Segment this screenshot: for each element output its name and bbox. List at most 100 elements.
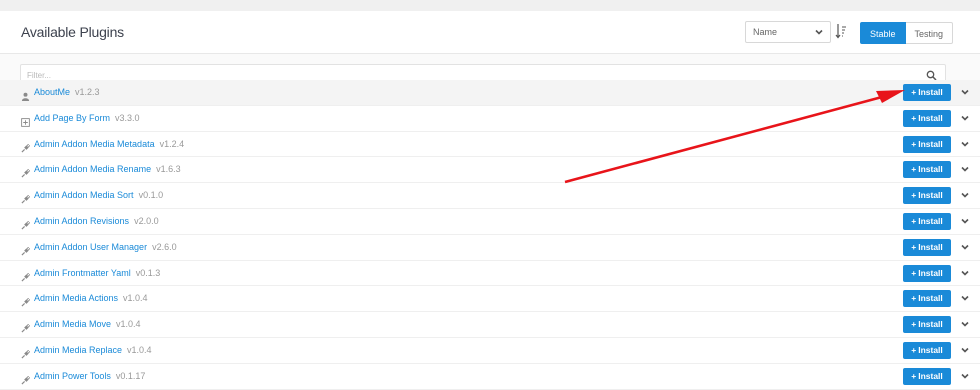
plugin-name-link[interactable]: Admin Addon Media Metadata v1.2.4 <box>34 139 184 149</box>
plugin-row[interactable]: Add Page By Form v3.3.0 + Install <box>0 105 980 132</box>
plugin-version: v1.0.4 <box>127 344 152 355</box>
plugin-name: Admin Power Tools <box>34 370 111 381</box>
tab-testing[interactable]: Testing <box>905 22 954 44</box>
install-label: Install <box>918 87 943 97</box>
sort-select[interactable]: Name <box>745 21 831 43</box>
install-button[interactable]: + Install <box>903 161 951 179</box>
plug-icon <box>21 346 31 359</box>
plugin-name: AboutMe <box>34 87 71 97</box>
plus-icon: + <box>911 190 917 201</box>
install-button[interactable]: + Install <box>903 84 951 101</box>
chevron-down-icon[interactable] <box>960 113 970 123</box>
install-button[interactable]: + Install <box>903 367 951 385</box>
install-label: Install <box>918 344 943 355</box>
plug-icon <box>21 217 31 230</box>
plug-icon <box>21 372 31 385</box>
chevron-down-icon[interactable] <box>960 371 970 381</box>
plugin-name: Admin Addon Media Metadata <box>34 138 155 149</box>
install-button[interactable]: + Install <box>903 238 951 256</box>
chevron-down-icon[interactable] <box>960 190 970 200</box>
plugin-name-link[interactable]: Admin Addon Revisions v2.0.0 <box>34 216 159 226</box>
plugin-row[interactable]: Admin Addon User Manager v2.6.0 + Install <box>0 234 980 261</box>
plus-square-icon <box>21 114 30 127</box>
plus-icon: + <box>911 241 917 252</box>
install-button[interactable]: + Install <box>903 187 951 205</box>
plugin-name: Admin Addon Revisions <box>34 215 130 226</box>
sort-select-value: Name <box>753 27 778 37</box>
plugin-row[interactable]: Admin Media Replace v1.0.4 + Install <box>0 337 980 364</box>
plugin-row[interactable]: Admin Addon Media Rename v1.6.3 + Install <box>0 157 980 184</box>
plus-icon: + <box>911 370 917 381</box>
plugin-name-link[interactable]: Admin Media Move v1.0.4 <box>34 319 141 329</box>
channel-toggle: Stable Testing <box>860 22 954 44</box>
plugin-name-link[interactable]: Admin Addon User Manager v2.6.0 <box>34 242 177 252</box>
plugin-name-link[interactable]: Admin Media Actions v1.0.4 <box>34 293 148 303</box>
plugin-row[interactable]: Admin Media Move v1.0.4 + Install <box>0 312 980 338</box>
install-label: Install <box>918 112 943 123</box>
plugin-row[interactable]: Admin Addon Media Metadata v1.2.4 + Install <box>0 131 980 158</box>
plugin-version: v0.1.0 <box>138 190 164 201</box>
chevron-down-icon[interactable] <box>960 268 970 278</box>
plus-icon: + <box>911 319 917 330</box>
install-label: Install <box>918 293 943 304</box>
chevron-down-icon[interactable] <box>960 242 970 252</box>
plugin-name-link[interactable]: Admin Addon Media Rename v1.6.3 <box>34 164 181 174</box>
chevron-down-icon[interactable] <box>960 319 970 329</box>
chevron-down-icon[interactable] <box>960 164 970 174</box>
panel-header: Available Plugins Name Stable Testing <box>0 11 980 54</box>
tab-stable[interactable]: Stable <box>860 22 906 44</box>
plugin-name-link[interactable]: Add Page By Form v3.3.0 <box>34 113 140 123</box>
sort-direction-icon[interactable] <box>835 23 847 39</box>
install-button[interactable]: + Install <box>903 290 951 308</box>
plugin-name-link[interactable]: Admin Frontmatter Yaml v0.1.3 <box>34 268 160 278</box>
plugin-name-link[interactable]: Admin Media Replace v1.0.4 <box>34 345 152 355</box>
plus-icon: + <box>911 344 917 355</box>
plugin-version: v0.1.3 <box>135 267 161 278</box>
install-button[interactable]: + Install <box>903 341 951 359</box>
install-button[interactable]: + Install <box>903 212 951 230</box>
plugin-name: Admin Media Replace <box>34 344 123 355</box>
plugin-name-link[interactable]: Admin Power Tools v0.1.17 <box>34 371 145 381</box>
install-button[interactable]: + Install <box>903 264 951 282</box>
install-label: Install <box>918 164 943 175</box>
plugin-row[interactable]: AboutMe v1.2.3 + Install <box>0 80 980 106</box>
plus-icon: + <box>911 267 917 278</box>
install-label: Install <box>918 190 943 201</box>
install-label: Install <box>918 370 943 381</box>
install-button[interactable]: + Install <box>903 316 951 334</box>
chevron-down-icon[interactable] <box>960 139 970 149</box>
plus-icon: + <box>911 215 917 226</box>
page-title: Available Plugins <box>21 24 124 40</box>
install-button[interactable]: + Install <box>903 109 951 127</box>
plugin-version: v3.3.0 <box>115 112 140 123</box>
plugin-name: Admin Addon User Manager <box>34 241 148 252</box>
chevron-down-icon[interactable] <box>960 216 970 226</box>
plugin-name-link[interactable]: Admin Addon Media Sort v0.1.0 <box>34 190 163 200</box>
plugin-name: Add Page By Form <box>34 112 111 123</box>
chevron-down-icon[interactable] <box>960 87 970 97</box>
plugin-row[interactable]: Admin Addon Revisions v2.0.0 + Install <box>0 208 980 235</box>
install-button[interactable]: + Install <box>903 135 951 153</box>
plus-icon: + <box>911 112 917 123</box>
plugin-row[interactable]: Admin Frontmatter Yaml v0.1.3 + Install <box>0 260 980 287</box>
plugin-name: Admin Frontmatter Yaml <box>34 267 131 278</box>
plugin-name: Admin Media Actions <box>34 293 119 304</box>
plus-icon: + <box>911 164 917 175</box>
plug-icon <box>21 294 31 307</box>
chevron-down-icon[interactable] <box>960 293 970 303</box>
plug-icon <box>21 140 31 153</box>
plugin-version: v0.1.17 <box>115 370 146 381</box>
plugin-version: v1.2.4 <box>159 138 185 149</box>
install-label: Install <box>918 267 943 278</box>
chevron-down-icon[interactable] <box>960 345 970 355</box>
plugin-name-link[interactable]: AboutMe v1.2.3 <box>34 87 100 97</box>
plugin-row[interactable]: Admin Power Tools v0.1.17 + Install <box>0 363 980 390</box>
chevron-down-icon <box>815 29 823 35</box>
plus-icon: + <box>911 87 917 97</box>
plugin-name: Admin Media Move <box>34 319 112 330</box>
plugin-row[interactable]: Admin Media Actions v1.0.4 + Install <box>0 286 980 313</box>
plus-icon: + <box>911 138 917 149</box>
plug-icon <box>21 320 31 333</box>
filter-placeholder: Filter... <box>27 71 52 80</box>
plugin-row[interactable]: Admin Addon Media Sort v0.1.0 + Install <box>0 183 980 209</box>
